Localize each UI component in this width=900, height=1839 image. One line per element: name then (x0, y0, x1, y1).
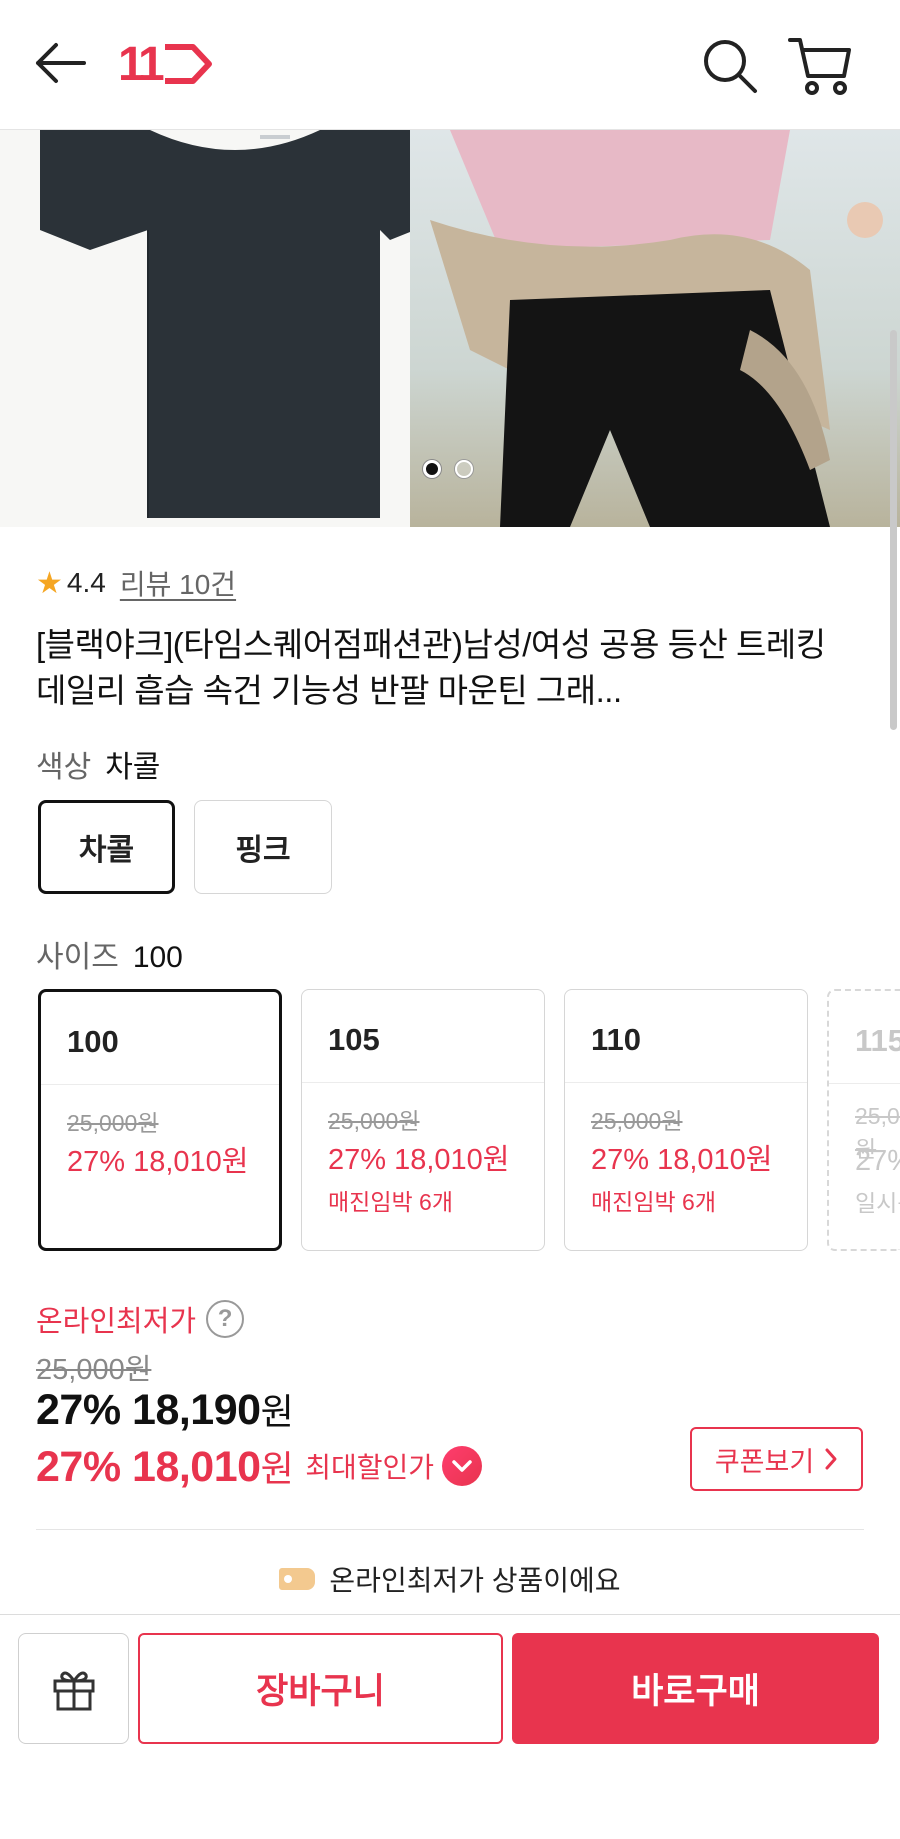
size-label: 사이즈 (36, 941, 119, 974)
section-divider (36, 1529, 864, 1530)
size-name: 110 (591, 1022, 642, 1057)
size-selected-value: 100 (132, 941, 183, 974)
search-icon (704, 40, 757, 93)
cart-button[interactable] (788, 34, 852, 96)
size-original-price: 25,000원 (67, 1110, 159, 1136)
color-label: 색상 (36, 751, 92, 784)
chevron-right-icon (825, 1448, 837, 1470)
color-option-label: 색상 차콜 (36, 742, 160, 786)
lowest-price-text: 온라인최저가 (36, 1306, 197, 1338)
pagination-dot-active[interactable] (423, 460, 441, 478)
size-name: 105 (328, 1022, 380, 1057)
pagination-dot[interactable] (455, 460, 473, 478)
model-photo (430, 130, 883, 527)
size-name: 115 (855, 1023, 900, 1058)
size-stock-status: 매진임박 6개 (328, 1189, 453, 1215)
size-card-110[interactable]: 110 25,000원 27% 18,010원 매진임박 6개 (564, 989, 808, 1251)
size-card-divider (302, 1082, 544, 1083)
product-title: [블랙야크](타임스퀘어점패션관)남성/여성 공용 등산 트레킹 데일리 흡습 … (36, 626, 826, 709)
discount-percent: 27% (36, 1386, 121, 1434)
size-sale-price: 27% 18,010원 (328, 1144, 510, 1176)
size-card-100[interactable]: 100 25,000원 27% 18,010원 (38, 989, 282, 1251)
buy-now-button[interactable]: 바로구매 (512, 1633, 879, 1744)
price-tag-icon (279, 1568, 316, 1590)
chevron-down-icon (452, 1460, 472, 1472)
star-icon: ★ (36, 566, 63, 600)
size-name: 100 (67, 1024, 119, 1059)
chevron-down-badge-icon[interactable] (442, 1446, 482, 1486)
search-button[interactable] (700, 36, 760, 96)
size-sale-price: 27% 18,010원 (67, 1146, 249, 1178)
back-arrow-icon (36, 43, 86, 83)
gallery-pagination (423, 460, 473, 478)
app-header: 11 (0, 0, 900, 130)
sale-price: 18,190 (132, 1386, 261, 1434)
lowest-price-toast: 온라인최저가 상품이에요 (0, 1544, 900, 1614)
size-card-divider (829, 1083, 900, 1084)
coupon-view-button[interactable]: 쿠폰보기 (690, 1427, 863, 1491)
logo-text: 11 (118, 37, 165, 91)
size-sale-price: 27% 18,010원 (855, 1145, 900, 1177)
add-to-cart-button[interactable]: 장바구니 (138, 1633, 503, 1744)
back-button[interactable] (30, 38, 90, 88)
max-discount-percent: 27% (36, 1443, 121, 1491)
color-option-charcoal[interactable]: 차콜 (38, 800, 175, 894)
currency-unit: 원 (260, 1448, 294, 1489)
size-original-price: 25,000원 (328, 1108, 420, 1134)
cart-icon (788, 38, 851, 95)
color-selected-value: 차콜 (105, 751, 161, 784)
bottom-action-bar: 장바구니 바로구매 (0, 1614, 900, 1839)
original-price: 25,000원 (36, 1354, 152, 1386)
gift-button[interactable] (18, 1633, 129, 1744)
coupon-button-label: 쿠폰보기 (714, 1446, 815, 1477)
max-discount-row: 27% 18,010원 최대할인가 (36, 1440, 482, 1492)
color-option-pink[interactable]: 핑크 (194, 800, 332, 894)
size-card-105[interactable]: 105 25,000원 27% 18,010원 매진임박 6개 (301, 989, 545, 1251)
tshirt-product-image (40, 130, 440, 518)
sale-price-row: 27% 18,190원 (36, 1383, 294, 1435)
rating-score: 4.4 (66, 567, 106, 598)
max-sale-price: 18,010 (132, 1443, 261, 1491)
review-count-link[interactable]: 리뷰 10건 (120, 563, 236, 603)
rating-summary: ★ 4.4 리뷰 10건 (36, 563, 236, 603)
lowest-price-label: 온라인최저가 ? (36, 1298, 245, 1340)
size-sale-price: 27% 18,010원 (591, 1144, 773, 1176)
toast-text: 온라인최저가 상품이에요 (329, 1565, 621, 1596)
size-original-price: 25,000원 (591, 1108, 683, 1134)
size-card-divider (41, 1084, 279, 1085)
brand-logo[interactable]: 11 (118, 37, 213, 91)
max-discount-price: 27% 18,010원 (36, 1440, 294, 1492)
logo-arrow-icon (164, 44, 212, 84)
scrollbar[interactable] (890, 330, 897, 730)
size-card-115[interactable]: 115 25,000원 27% 18,010원 일시품절 (827, 989, 900, 1251)
size-card-divider (565, 1082, 807, 1083)
help-icon[interactable]: ? (206, 1300, 245, 1338)
size-stock-status: 매진임박 6개 (591, 1189, 716, 1215)
gift-icon (53, 1671, 94, 1710)
size-option-label: 사이즈 100 (36, 932, 183, 976)
size-stock-status: 일시품절 (855, 1190, 900, 1216)
max-discount-label: 최대할인가 (305, 1452, 434, 1483)
currency-unit: 원 (260, 1391, 294, 1432)
